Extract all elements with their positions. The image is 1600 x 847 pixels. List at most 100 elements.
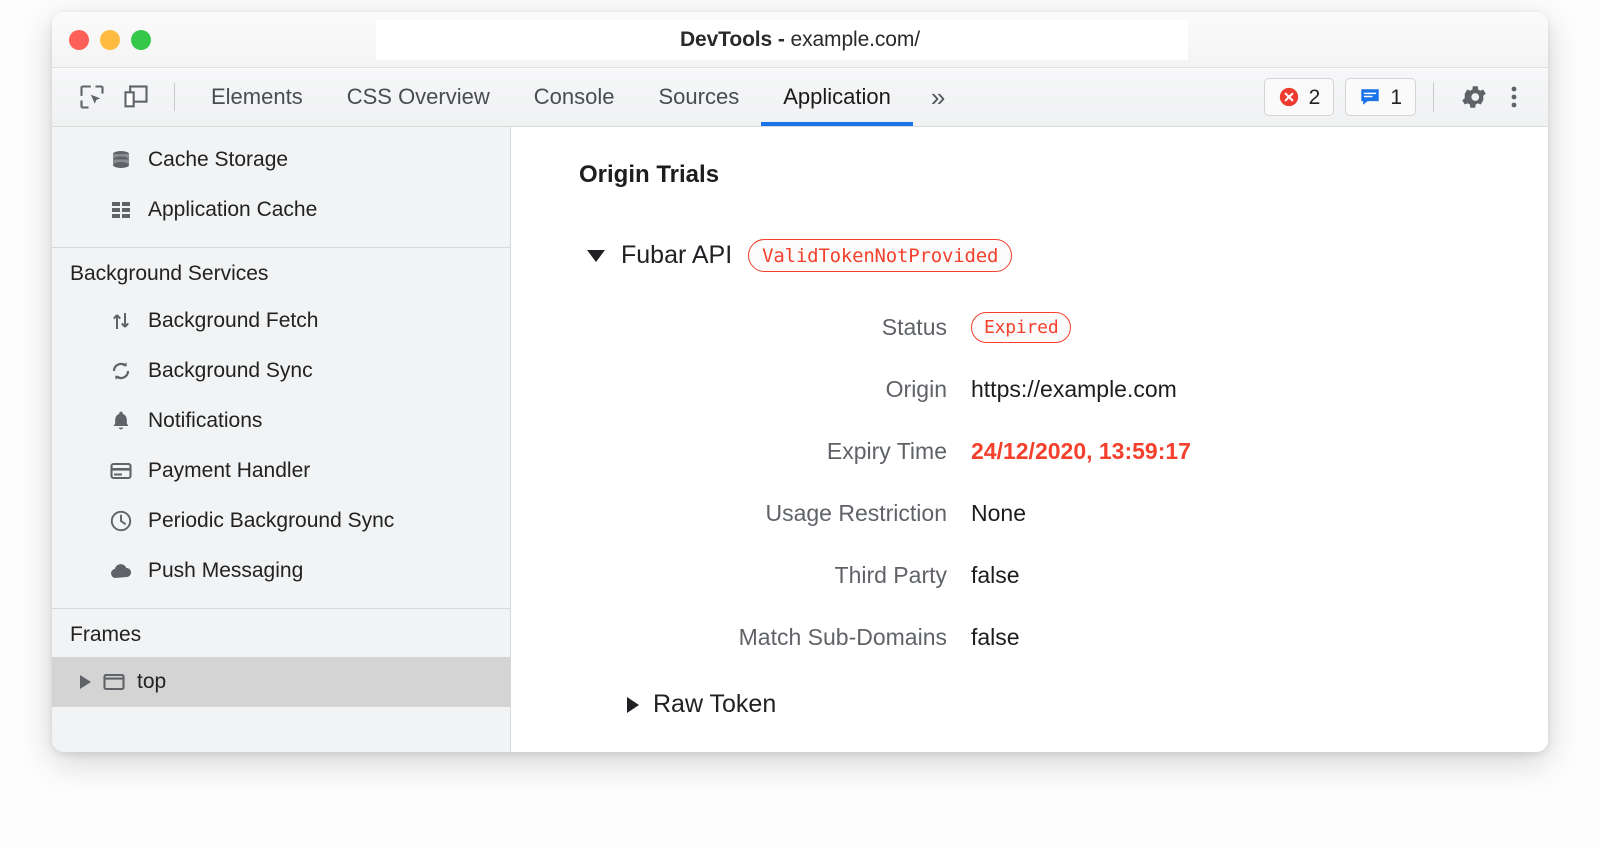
- origin-trial-header[interactable]: Fubar API ValidTokenNotProvided: [587, 239, 1548, 272]
- maximize-window-button[interactable]: [131, 30, 151, 50]
- detail-label: Expiry Time: [579, 438, 971, 465]
- device-toolbar-button[interactable]: [114, 68, 158, 126]
- devtools-body: Cache Storage: [52, 127, 1548, 752]
- kebab-menu-icon: [1502, 83, 1526, 111]
- toolbar-divider: [174, 83, 175, 111]
- sidebar-item-frame-top[interactable]: top: [52, 657, 510, 707]
- sidebar-item-label: Application Cache: [148, 198, 317, 222]
- detail-label: Origin: [579, 376, 971, 403]
- sidebar-item-background-sync[interactable]: Background Sync: [52, 346, 510, 396]
- sidebar-item-payment-handler[interactable]: Payment Handler: [52, 446, 510, 496]
- detail-value: false: [971, 624, 1020, 651]
- detail-row-status: Status Expired: [579, 296, 1548, 358]
- tab-sources-label: Sources: [658, 84, 739, 110]
- detail-label: Usage Restriction: [579, 500, 971, 527]
- detail-row-origin: Origin https://example.com: [579, 358, 1548, 420]
- toolbar-right-divider: [1433, 82, 1434, 112]
- bell-icon: [108, 408, 134, 434]
- sidebar-item-label: Periodic Background Sync: [148, 509, 394, 533]
- device-toolbar-icon: [122, 83, 150, 111]
- detail-label: Match Sub-Domains: [579, 624, 971, 651]
- detail-value: https://example.com: [971, 376, 1177, 403]
- application-sidebar[interactable]: Cache Storage: [52, 127, 511, 752]
- sidebar-item-application-cache[interactable]: Application Cache: [52, 185, 510, 235]
- status-badge: Expired: [971, 312, 1071, 343]
- detail-value: Expired: [971, 312, 1071, 343]
- detail-row-third-party: Third Party false: [579, 544, 1548, 606]
- database-icon: [108, 147, 134, 173]
- sidebar-item-background-fetch[interactable]: Background Fetch: [52, 296, 510, 346]
- sidebar-section-frames: Frames top: [52, 608, 510, 707]
- tab-css-overview[interactable]: CSS Overview: [325, 68, 512, 126]
- traffic-lights: [69, 30, 151, 50]
- tab-application-label: Application: [783, 84, 891, 110]
- raw-token-label: Raw Token: [653, 690, 776, 719]
- devtools-toolbar: Elements CSS Overview Console Sources Ap…: [52, 68, 1548, 127]
- toolbar-right-group: 2 1: [1264, 68, 1548, 126]
- detail-label: Third Party: [579, 562, 971, 589]
- sidebar-item-label: top: [137, 670, 166, 694]
- detail-row-expiry-time: Expiry Time 24/12/2020, 13:59:17: [579, 420, 1548, 482]
- chevron-right-icon[interactable]: [627, 697, 639, 713]
- sidebar-item-label: Background Sync: [148, 359, 313, 383]
- tab-console[interactable]: Console: [512, 68, 637, 126]
- sidebar-item-label: Background Fetch: [148, 309, 318, 333]
- sidebar-item-notifications[interactable]: Notifications: [52, 396, 510, 446]
- detail-value: false: [971, 562, 1020, 589]
- message-count: 1: [1390, 87, 1402, 108]
- title-bar-backdrop: [376, 20, 1188, 60]
- grid-icon: [108, 197, 134, 223]
- tab-css-overview-label: CSS Overview: [347, 84, 490, 110]
- raw-token-toggle[interactable]: Raw Token: [627, 690, 1548, 719]
- sidebar-item-label: Payment Handler: [148, 459, 310, 483]
- frame-icon: [101, 669, 127, 695]
- message-icon: [1359, 86, 1381, 108]
- sidebar-section-header: Frames: [52, 609, 510, 657]
- cloud-icon: [108, 558, 134, 584]
- sync-icon: [108, 358, 134, 384]
- detail-label: Status: [579, 314, 971, 341]
- inspect-element-button[interactable]: [70, 68, 114, 126]
- message-count-badge[interactable]: 1: [1345, 78, 1416, 116]
- settings-button[interactable]: [1452, 82, 1496, 112]
- sidebar-item-push-messaging[interactable]: Push Messaging: [52, 546, 510, 596]
- devtools-window: DevTools - example.com/: [52, 12, 1548, 752]
- detail-value: 24/12/2020, 13:59:17: [971, 438, 1191, 465]
- origin-trial-status-badge: ValidTokenNotProvided: [748, 239, 1012, 272]
- tab-elements[interactable]: Elements: [189, 68, 325, 126]
- detail-row-usage-restriction: Usage Restriction None: [579, 482, 1548, 544]
- sidebar-item-label: Notifications: [148, 409, 262, 433]
- credit-card-icon: [108, 458, 134, 484]
- sidebar-section-header: Background Services: [52, 248, 510, 296]
- error-count: 2: [1309, 87, 1321, 108]
- panel-tabs: Elements CSS Overview Console Sources Ap…: [189, 68, 963, 126]
- error-icon: [1278, 86, 1300, 108]
- gear-icon: [1459, 82, 1489, 112]
- screenshot-root: DevTools - example.com/: [0, 0, 1600, 847]
- origin-trials-panel: Origin Trials Fubar API ValidTokenNotPro…: [511, 127, 1548, 752]
- detail-value: None: [971, 500, 1026, 527]
- more-tabs-button[interactable]: »: [913, 68, 963, 126]
- tab-application[interactable]: Application: [761, 68, 913, 126]
- title-bar: DevTools - example.com/: [52, 12, 1548, 68]
- chevron-down-icon[interactable]: [587, 250, 605, 262]
- sidebar-item-label: Cache Storage: [148, 148, 288, 172]
- sidebar-item-label: Push Messaging: [148, 559, 303, 583]
- fetch-arrows-icon: [108, 308, 134, 334]
- tab-sources[interactable]: Sources: [636, 68, 761, 126]
- origin-trial-name: Fubar API: [621, 241, 732, 270]
- origin-trial-details: Status Expired Origin https://example.co…: [579, 296, 1548, 668]
- sidebar-section-background-services: Background Services Background Fetch: [52, 247, 510, 608]
- chevron-right-icon[interactable]: [80, 675, 91, 689]
- sidebar-item-cache-storage[interactable]: Cache Storage: [52, 135, 510, 185]
- tab-console-label: Console: [534, 84, 615, 110]
- inspect-element-icon: [78, 83, 106, 111]
- sidebar-item-periodic-background-sync[interactable]: Periodic Background Sync: [52, 496, 510, 546]
- minimize-window-button[interactable]: [100, 30, 120, 50]
- error-count-badge[interactable]: 2: [1264, 78, 1335, 116]
- close-window-button[interactable]: [69, 30, 89, 50]
- page-title: Origin Trials: [579, 161, 1548, 189]
- clock-icon: [108, 508, 134, 534]
- detail-row-match-sub-domains: Match Sub-Domains false: [579, 606, 1548, 668]
- more-options-button[interactable]: [1496, 83, 1532, 111]
